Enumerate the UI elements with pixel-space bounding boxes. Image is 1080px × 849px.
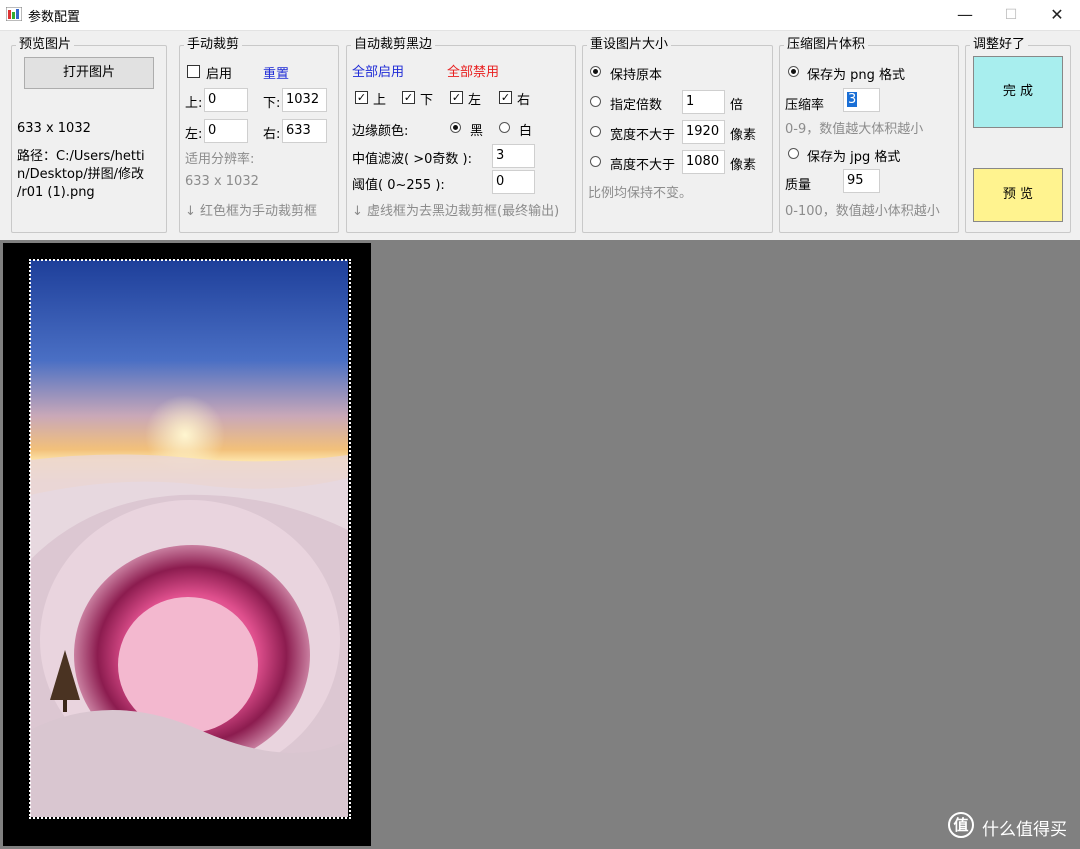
compress-group-title: 压缩图片体积 (784, 37, 869, 53)
save-png-label: 保存为 png 格式 (807, 68, 906, 83)
max-height-label: 高度不大于 (610, 158, 676, 173)
title-bar: 参数配置 — ☐ ✕ (0, 0, 1080, 31)
ratio-note: 比例均保持不变。 (588, 186, 693, 201)
manual-hint: ↓ 红色框为手动裁剪框 (185, 204, 318, 219)
path-line-2: n/Desktop/拼图/修改 (17, 167, 144, 182)
save-jpg-radio[interactable] (788, 148, 799, 159)
resize-group-title: 重设图片大小 (587, 37, 672, 53)
watermark-text: 什么值得买 (982, 820, 1067, 840)
path-line-3: /r01 (1).png (17, 185, 95, 200)
edge-black-radio[interactable] (450, 122, 461, 133)
left-label: 左: (185, 127, 203, 142)
side-right-label: 右 (517, 93, 531, 108)
edge-white-radio[interactable] (499, 122, 510, 133)
max-width-unit: 像素 (730, 128, 757, 143)
image-size-text: 633 x 1032 (17, 121, 91, 136)
right-input[interactable]: 633 (282, 119, 327, 143)
compression-label: 压缩率 (785, 98, 825, 113)
jpg-hint: 0-100，数值越小体积越小 (785, 204, 940, 219)
bottom-label: 下: (263, 96, 281, 111)
side-top-label: 上 (373, 93, 387, 108)
edge-black-label: 黑 (470, 124, 484, 139)
side-top-checkbox[interactable]: ✓ (355, 91, 368, 104)
minimize-button[interactable]: — (942, 0, 988, 30)
side-bottom-label: 下 (420, 93, 434, 108)
scale-radio[interactable] (590, 96, 601, 107)
max-width-input[interactable]: 1920 (682, 120, 725, 144)
quality-label: 质量 (785, 178, 812, 193)
threshold-input[interactable]: 0 (492, 170, 535, 194)
max-height-radio[interactable] (590, 156, 601, 167)
open-image-button[interactable]: 打开图片 (24, 57, 154, 89)
max-width-radio[interactable] (590, 126, 601, 137)
side-bottom-checkbox[interactable]: ✓ (402, 91, 415, 104)
compression-input[interactable]: 3 (843, 88, 880, 112)
preview-button[interactable]: 预 览 (973, 168, 1063, 222)
scale-unit: 倍 (730, 98, 744, 113)
keep-original-radio[interactable] (590, 66, 601, 77)
path-line-1: 路径：C:/Users/hetti (17, 149, 145, 164)
max-height-unit: 像素 (730, 158, 757, 173)
image-path-text: 路径：C:/Users/hetti n/Desktop/拼图/修改 /r01 (… (17, 148, 165, 202)
threshold-label: 阈值( 0~255 ): (352, 178, 445, 193)
disable-all-link[interactable]: 全部禁用 (447, 61, 499, 80)
median-label: 中值滤波( >0奇数 ): (352, 152, 472, 167)
median-input[interactable]: 3 (492, 144, 535, 168)
finish-button[interactable]: 完 成 (973, 56, 1063, 128)
save-jpg-label: 保存为 jpg 格式 (807, 150, 901, 165)
auto-crop-dashed-frame (29, 259, 351, 819)
compression-value: 3 (847, 92, 858, 107)
edge-color-label: 边缘颜色: (352, 124, 409, 139)
right-label: 右: (263, 127, 281, 142)
png-hint: 0-9，数值越大体积越小 (785, 122, 924, 137)
side-left-checkbox[interactable]: ✓ (450, 91, 463, 104)
auto-hint: ↓ 虚线框为去黑边裁剪框(最终输出) (352, 204, 560, 219)
quality-input[interactable]: 95 (843, 169, 880, 193)
maximize-button[interactable]: ☐ (988, 0, 1034, 30)
enable-manual-checkbox[interactable] (187, 65, 200, 78)
top-input[interactable]: 0 (204, 88, 248, 112)
watermark-icon: 值 (948, 812, 974, 838)
resolution-value: 633 x 1032 (185, 174, 259, 189)
close-button[interactable]: ✕ (1034, 0, 1080, 30)
manual-crop-group-title: 手动裁剪 (184, 37, 243, 53)
reset-link[interactable]: 重置 (263, 63, 289, 82)
side-left-label: 左 (468, 93, 482, 108)
done-group-title: 调整好了 (970, 37, 1029, 53)
side-right-checkbox[interactable]: ✓ (499, 91, 512, 104)
save-png-radio[interactable] (788, 66, 799, 77)
scale-label: 指定倍数 (610, 98, 663, 113)
bottom-input[interactable]: 1032 (282, 88, 327, 112)
app-icon (6, 7, 22, 21)
auto-crop-group-title: 自动裁剪黑边 (351, 37, 436, 53)
edge-white-label: 白 (519, 124, 533, 139)
window-title: 参数配置 (28, 10, 81, 25)
scale-input[interactable]: 1 (682, 90, 725, 114)
keep-original-label: 保持原本 (610, 68, 663, 83)
preview-group-title: 预览图片 (16, 37, 75, 53)
top-label: 上: (185, 96, 203, 111)
max-height-input[interactable]: 1080 (682, 150, 725, 174)
enable-all-link[interactable]: 全部启用 (352, 61, 404, 80)
left-input[interactable]: 0 (204, 119, 248, 143)
resolution-label: 适用分辨率: (185, 152, 255, 167)
enable-manual-label: 启用 (206, 67, 233, 82)
max-width-label: 宽度不大于 (610, 128, 676, 143)
